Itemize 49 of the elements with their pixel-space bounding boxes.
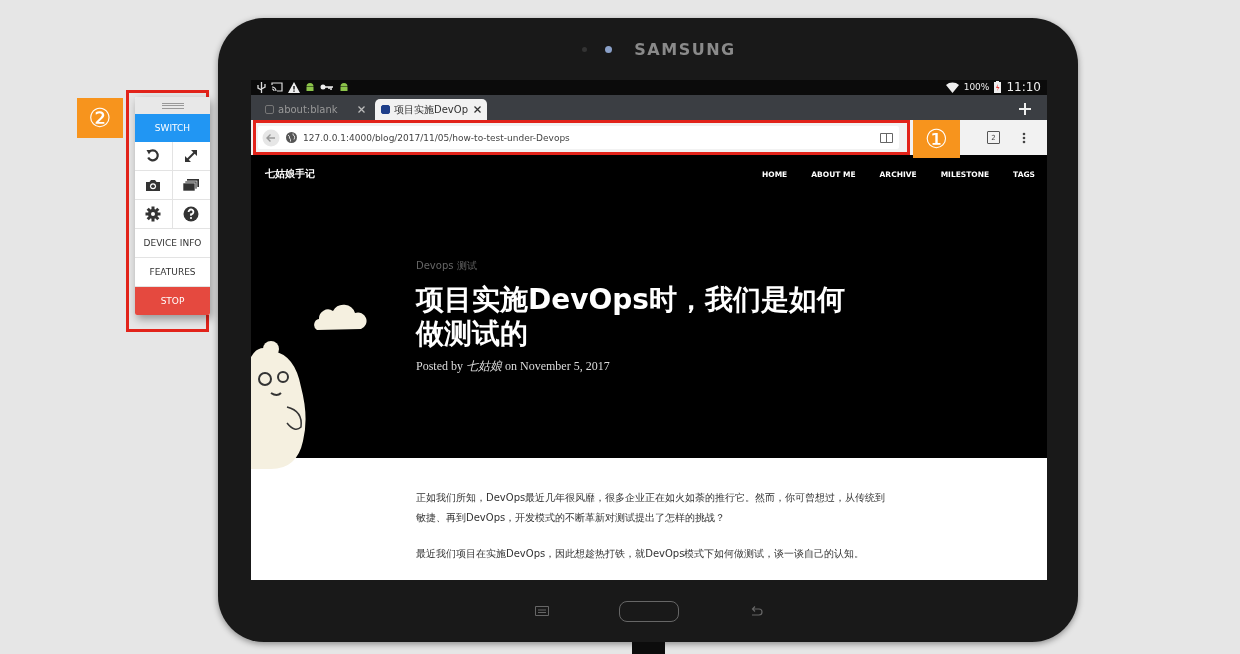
close-icon[interactable] <box>358 106 365 113</box>
battery-percent: 100% <box>963 82 990 93</box>
sensor-icon <box>582 46 588 52</box>
resize-icon[interactable] <box>172 142 210 171</box>
panel-menu-item[interactable]: DEVICE INFO <box>135 229 210 258</box>
settings-icon[interactable] <box>135 200 173 229</box>
screen-cast-icon <box>271 82 283 93</box>
help-icon[interactable] <box>172 200 210 229</box>
browser-tab[interactable]: 项目实施DevOp <box>375 99 487 120</box>
post-tag[interactable]: Devops 测试 <box>416 259 846 273</box>
close-icon[interactable] <box>474 106 481 113</box>
battery-icon <box>994 81 1002 94</box>
annotation-badge: ② <box>77 98 123 138</box>
browser-tab[interactable]: about:blank <box>259 99 371 120</box>
tab-title: about:blank <box>278 104 339 115</box>
key-icon <box>320 83 334 92</box>
rotate-icon[interactable] <box>135 142 173 171</box>
back-key-icon[interactable] <box>749 606 763 616</box>
annotation-badge: ① <box>913 120 960 158</box>
camera-icon[interactable] <box>135 171 173 200</box>
back-icon[interactable] <box>262 128 280 147</box>
favicon-icon <box>381 105 390 114</box>
drag-handle[interactable] <box>135 97 210 114</box>
cable-drawing <box>632 642 665 654</box>
article-paragraph: 正如我们所知，DevOps最近几年很风靡，很多企业正在如火如荼的推行它。然而，你可曾想过，从传统到敏捷、再到DevOps，开发模式的不断革新对测试提出了怎样的挑战？ <box>416 491 886 525</box>
site-title[interactable]: 七姑娘手记 <box>265 167 315 181</box>
new-tab-icon[interactable] <box>1019 102 1031 115</box>
overflow-menu-icon[interactable] <box>1022 131 1026 144</box>
wifi-icon <box>945 81 959 93</box>
stop-button[interactable]: STOP <box>135 287 210 315</box>
android-icon <box>339 81 349 93</box>
address-field[interactable]: 127.0.0.1:4000/blog/2017/11/05/how-to-test-under-Devops <box>258 126 899 149</box>
globe-icon <box>286 132 297 143</box>
home-button[interactable] <box>619 600 679 622</box>
brand-logo: SAMSUNG <box>634 39 736 59</box>
favicon-icon <box>265 105 274 114</box>
android-icon <box>305 81 315 93</box>
url-text: 127.0.0.1:4000/blog/2017/11/05/how-to-test-under-Devops <box>303 132 571 143</box>
clock: 11:10 <box>1006 80 1041 95</box>
panel-menu-item[interactable]: FEATURES <box>135 258 210 287</box>
gallery-icon[interactable] <box>172 171 210 200</box>
post-title: 项目实施DevOps时，我们是如何做测试的 <box>416 283 846 351</box>
reader-mode-icon[interactable] <box>880 132 893 143</box>
camera-lens-icon <box>605 45 613 53</box>
usb-icon <box>257 81 266 93</box>
menu-key-icon[interactable] <box>535 606 549 616</box>
post-byline: Posted by 七姑娘 on November 5, 2017 <box>416 358 611 376</box>
tab-title: 项目实施DevOp <box>394 102 469 117</box>
article-paragraph: 最近我们项目在实施DevOps，因此想趁热打铁，就DevOps模式下如何做测试，谈一谈自己的认知。 <box>416 547 866 561</box>
